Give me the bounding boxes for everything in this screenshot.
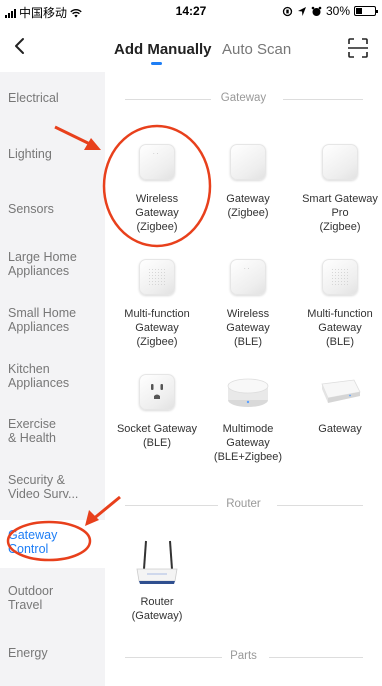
category-sidebar: Electrical Lighting Sensors Large Home A… [0, 72, 105, 686]
section-title: Gateway [212, 92, 275, 104]
location-icon [297, 6, 306, 16]
sidebar-item-label: Exercise & Health [8, 417, 56, 445]
sidebar-item-energy[interactable]: Energy [0, 646, 105, 660]
sidebar-item-label: Outdoor Travel [8, 584, 54, 612]
device-list: Gateway .. Wireless Gateway (Zigbee) Gat… [105, 72, 382, 686]
gateway-device-icon: .. [135, 140, 179, 184]
sidebar-item-exercise-health[interactable]: Exercise & Health [0, 417, 105, 445]
status-bar: 中国移动 14:27 30% [0, 0, 382, 22]
sidebar-item-outdoor-travel[interactable]: Outdoor Travel [0, 584, 105, 612]
tab-auto-scan[interactable]: Auto Scan [222, 41, 291, 58]
section-header-router: Router [105, 496, 382, 516]
sidebar-item-sensors[interactable]: Sensors [0, 202, 105, 216]
gateway-device-icon [135, 255, 179, 299]
device-label: Multimode Gateway (BLE+Zigbee) [213, 423, 283, 463]
section-title: Parts [222, 650, 265, 662]
sidebar-item-label: Security & Video Surv... [8, 473, 79, 501]
round-hub-icon [226, 370, 270, 414]
device-multimode-gateway[interactable]: Multimode Gateway (BLE+Zigbee) [202, 370, 294, 464]
device-socket-gateway-ble[interactable]: Socket Gateway (BLE) [111, 370, 203, 450]
battery-icon [354, 6, 378, 16]
gateway-device-icon [226, 140, 270, 184]
sidebar-item-small-home-appliances[interactable]: Small Home Appliances [0, 306, 105, 334]
gateway-device-icon [318, 140, 362, 184]
device-label: Gateway (Zigbee) [226, 193, 270, 219]
battery-level [356, 8, 362, 14]
socket-icon [135, 370, 179, 414]
top-nav: Add Manually Auto Scan [0, 22, 382, 72]
active-tab-indicator [151, 62, 162, 65]
section-header-parts: Parts [105, 648, 382, 668]
sidebar-item-label: Sensors [8, 202, 54, 216]
sidebar-item-label: Small Home Appliances [8, 306, 77, 334]
sidebar-item-large-home-appliances[interactable]: Large Home Appliances [0, 250, 105, 278]
back-icon[interactable] [8, 33, 34, 59]
device-label: Socket Gateway (BLE) [116, 423, 198, 449]
device-gateway-zigbee[interactable]: Gateway (Zigbee) [202, 140, 294, 220]
device-wireless-gateway-zigbee[interactable]: .. Wireless Gateway (Zigbee) [111, 140, 203, 234]
gateway-device-icon [318, 370, 362, 414]
device-router-gateway[interactable]: Router (Gateway) [111, 537, 203, 623]
gateway-device-icon: .. [226, 255, 270, 299]
sidebar-item-label: Gateway Control [8, 528, 58, 556]
device-label: Multi-function Gateway (Zigbee) [124, 308, 190, 348]
device-label: Multi-function Gateway (BLE) [307, 308, 373, 348]
device-label: Wireless Gateway (BLE) [226, 308, 270, 348]
gateway-device-icon [318, 255, 362, 299]
device-label: Wireless Gateway (Zigbee) [135, 193, 179, 233]
device-wireless-gateway-ble[interactable]: .. Wireless Gateway (BLE) [202, 255, 294, 349]
sidebar-item-kitchen-appliances[interactable]: Kitchen Appliances [0, 362, 105, 390]
sidebar-item-label: Energy [8, 646, 48, 660]
sidebar-item-label: Lighting [8, 147, 52, 161]
device-multifunction-gateway-ble[interactable]: Multi-function Gateway (BLE) [294, 255, 382, 349]
sidebar-item-electrical[interactable]: Electrical [0, 91, 105, 105]
section-header-gateway: Gateway [105, 90, 382, 110]
sidebar-item-gateway-control[interactable]: Gateway Control [0, 520, 105, 568]
tab-add-manually[interactable]: Add Manually [114, 41, 212, 58]
scan-icon[interactable] [348, 38, 368, 58]
device-gateway[interactable]: Gateway [294, 370, 382, 436]
sidebar-item-security-video[interactable]: Security & Video Surv... [0, 473, 105, 501]
orientation-lock-icon [282, 6, 293, 16]
router-icon [135, 537, 179, 587]
sidebar-item-label: Kitchen Appliances [8, 362, 70, 390]
device-smart-gateway-pro[interactable]: Smart Gateway Pro (Zigbee) [294, 140, 382, 234]
device-label: Smart Gateway Pro (Zigbee) [302, 193, 378, 233]
device-multifunction-gateway-zigbee[interactable]: Multi-function Gateway (Zigbee) [111, 255, 203, 349]
battery-percent: 30% [325, 4, 350, 18]
alarm-icon [311, 6, 322, 16]
device-label: Router (Gateway) [131, 596, 183, 622]
sidebar-item-lighting[interactable]: Lighting [0, 147, 105, 161]
device-label: Gateway [318, 423, 362, 435]
sidebar-item-label: Large Home Appliances [8, 250, 77, 278]
section-title: Router [218, 498, 269, 510]
sidebar-item-label: Electrical [8, 91, 59, 105]
